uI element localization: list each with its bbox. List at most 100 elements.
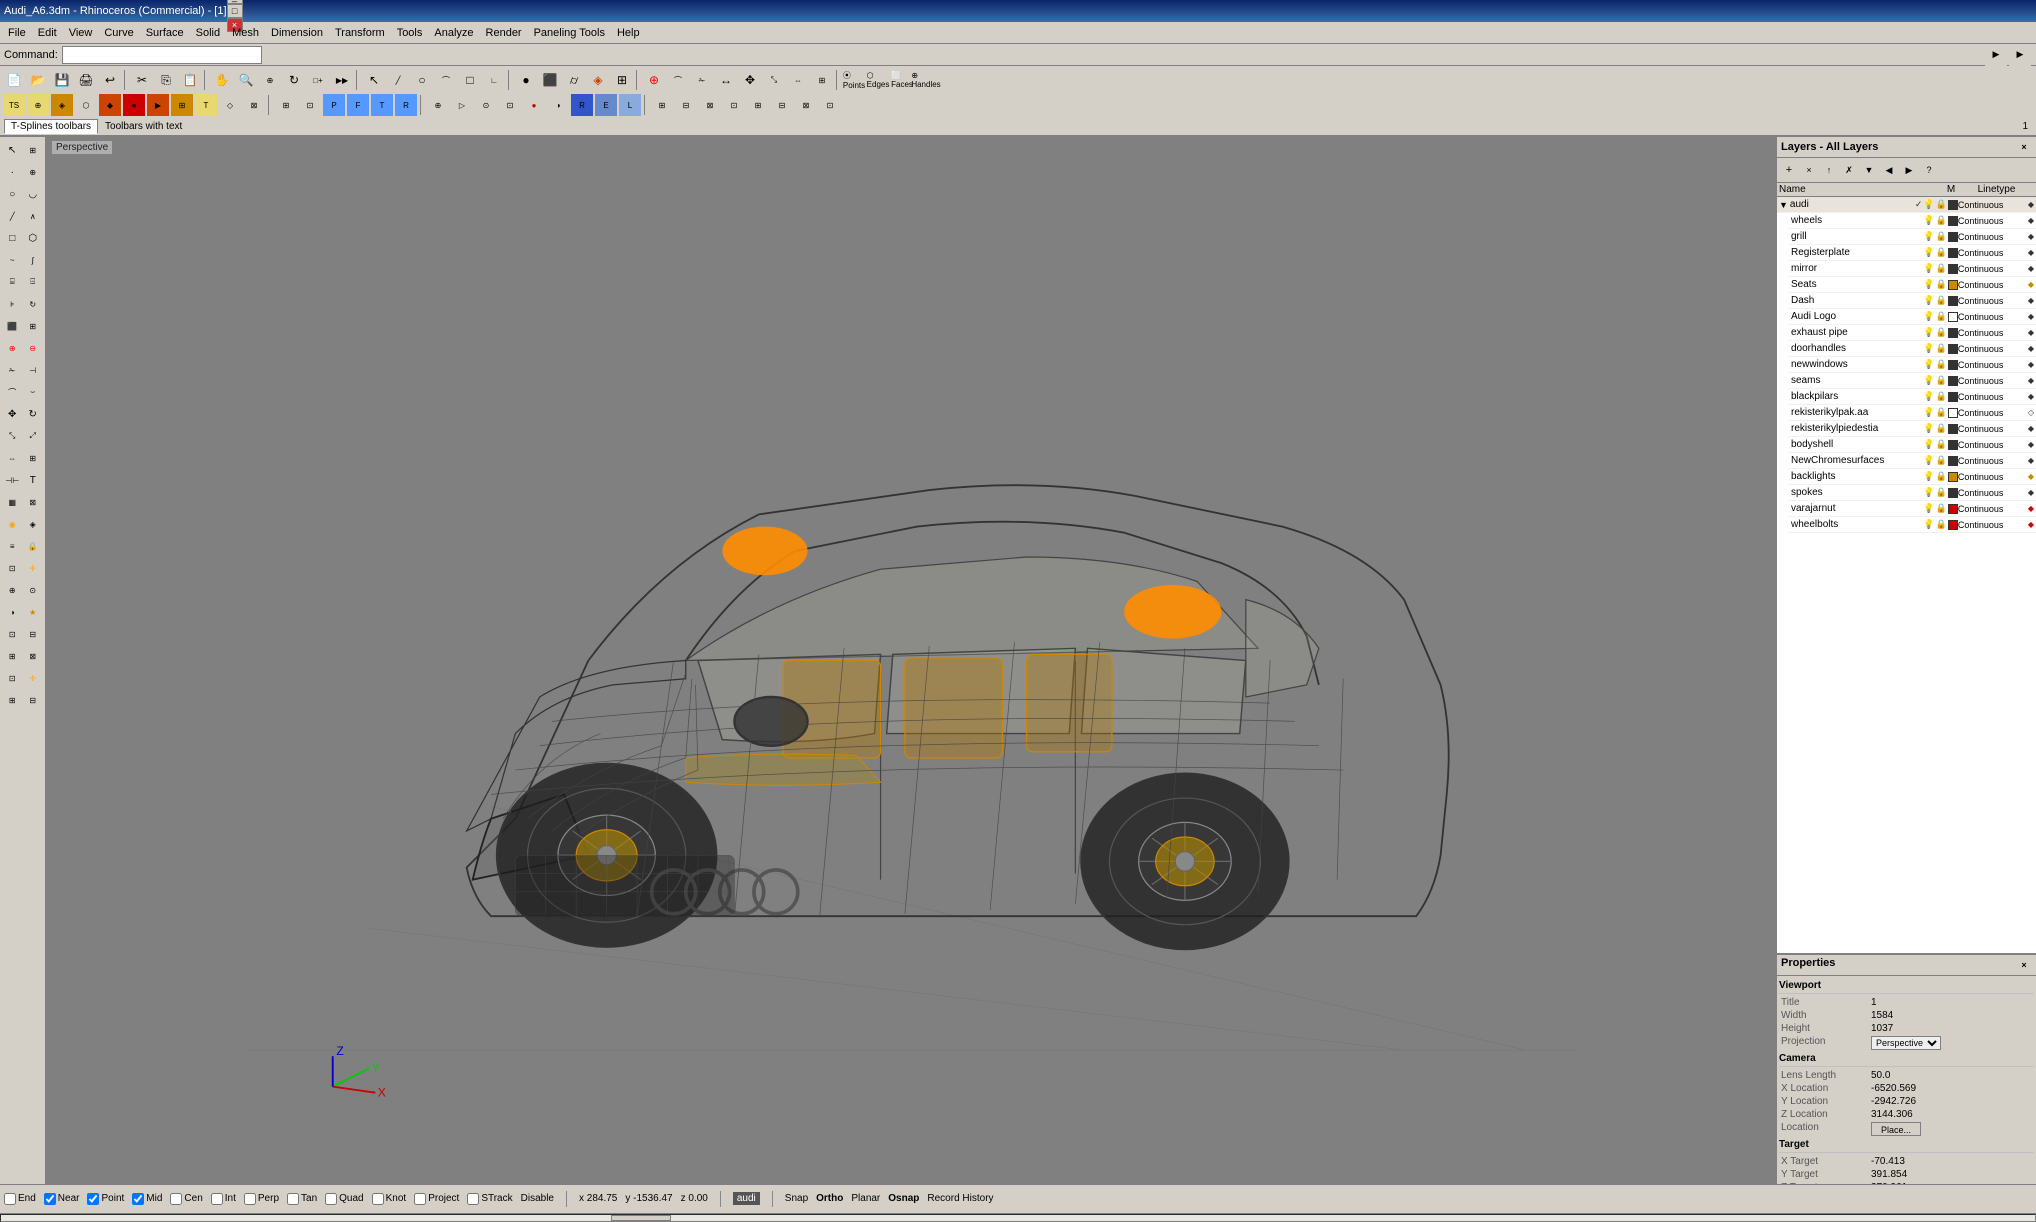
- tb-zoomwin[interactable]: □+: [307, 69, 329, 91]
- layer-color-bodyshell[interactable]: [1948, 440, 1958, 450]
- view-btn5[interactable]: T: [371, 94, 393, 116]
- layer-row-exhaust[interactable]: exhaust pipe 💡 🔒 Continuous ◆: [1789, 325, 2036, 341]
- tb-trim[interactable]: ✁: [691, 69, 713, 91]
- tb-surface[interactable]: ◈: [587, 69, 609, 91]
- tb-zoom[interactable]: 🔍: [235, 69, 257, 91]
- maximize-button[interactable]: □: [227, 4, 243, 18]
- layer-color-wheelbolts[interactable]: [1948, 520, 1958, 530]
- status-layer[interactable]: audi: [733, 1192, 760, 1205]
- check-int[interactable]: [211, 1193, 223, 1205]
- lt-rect[interactable]: □: [3, 228, 22, 248]
- menu-file[interactable]: File: [2, 25, 32, 41]
- layer-row-chrome[interactable]: NewChromesurfaces 💡 🔒 Continuous ◆: [1789, 453, 2036, 469]
- view-btn3[interactable]: P: [323, 94, 345, 116]
- tb-boolean[interactable]: ⊕: [643, 69, 665, 91]
- tb-fillet[interactable]: ⌒: [667, 69, 689, 91]
- layers-settings-btn[interactable]: ▶: [1900, 161, 1918, 179]
- lt-split[interactable]: ⊣: [24, 360, 43, 380]
- lt-misc8[interactable]: ⊟: [24, 690, 43, 710]
- lt-extrude[interactable]: ⊧: [3, 294, 22, 314]
- lt-fillet1[interactable]: ⌒: [3, 382, 22, 402]
- tsp-btn6[interactable]: ●: [123, 94, 145, 116]
- layer-color-rekisterikyplak[interactable]: [1948, 408, 1958, 418]
- tb-undo[interactable]: ↩: [99, 69, 121, 91]
- tb-extend[interactable]: ↔: [715, 69, 737, 91]
- layers-up-btn[interactable]: ↑: [1820, 161, 1838, 179]
- layer-row-rekisterikyp[interactable]: rekisterikylpiedestia 💡 🔒 Continuous ◆: [1789, 421, 2036, 437]
- menu-paneling[interactable]: Paneling Tools: [528, 25, 611, 41]
- lt-array[interactable]: ⊞: [24, 448, 43, 468]
- prop-select-projection[interactable]: Perspective Parallel: [1871, 1036, 1941, 1050]
- lt-mirror[interactable]: ⇔: [3, 448, 22, 468]
- tab-tsplines[interactable]: T-Splines toolbars: [4, 119, 98, 134]
- menu-tools[interactable]: Tools: [391, 25, 429, 41]
- tb-handles[interactable]: ⊕ Handles: [915, 69, 937, 91]
- menu-render[interactable]: Render: [480, 25, 528, 41]
- tb-copy[interactable]: ⎘: [155, 69, 177, 91]
- tb-circle[interactable]: ○: [411, 69, 433, 91]
- render-btn5[interactable]: L: [619, 94, 641, 116]
- view-btn1[interactable]: ⊞: [275, 94, 297, 116]
- tb-scale[interactable]: ⤡: [763, 69, 785, 91]
- tsp-btn1[interactable]: TS: [3, 94, 25, 116]
- prop-row-location-btn[interactable]: Location Place...: [1779, 1121, 2034, 1137]
- layers-add-btn[interactable]: +: [1780, 161, 1798, 179]
- menu-analyze[interactable]: Analyze: [428, 25, 479, 41]
- tsp-btn7[interactable]: ▶: [147, 94, 169, 116]
- layer-row-spokes[interactable]: spokes 💡 🔒 Continuous ◆: [1789, 485, 2036, 501]
- lt-point2[interactable]: ⊕: [24, 162, 43, 182]
- prop-location-button[interactable]: Place...: [1871, 1122, 1921, 1136]
- tb-edges[interactable]: ⬡ Edges: [867, 69, 889, 91]
- check-mid[interactable]: [132, 1193, 144, 1205]
- layer-row-wheels[interactable]: wheels 💡 🔒 Continuous ◆: [1789, 213, 2036, 229]
- check-near[interactable]: [44, 1193, 56, 1205]
- check-perp[interactable]: [244, 1193, 256, 1205]
- layer-row-bodyshell[interactable]: bodyshell 💡 🔒 Continuous ◆: [1789, 437, 2036, 453]
- layer-row-seats[interactable]: Seats 💡 🔒 Continuous ◆: [1789, 277, 2036, 293]
- check-point[interactable]: [87, 1193, 99, 1205]
- lt-arc[interactable]: ◡: [24, 184, 43, 204]
- tb-pan[interactable]: ✋: [211, 69, 233, 91]
- layer-row-newwindows[interactable]: newwindows 💡 🔒 Continuous ◆: [1789, 357, 2036, 373]
- check-knot[interactable]: [372, 1193, 384, 1205]
- label-ortho[interactable]: Ortho: [816, 1193, 843, 1204]
- lt-revolve[interactable]: ↻: [24, 294, 43, 314]
- misc-btn5[interactable]: ⊞: [747, 94, 769, 116]
- tb-faces[interactable]: ⬜ Faces: [891, 69, 913, 91]
- lt-render2[interactable]: ★: [24, 602, 43, 622]
- layer-row-mirror[interactable]: mirror 💡 🔒 Continuous ◆: [1789, 261, 2036, 277]
- layer-color-exhaust[interactable]: [1948, 328, 1958, 338]
- layer-row-rekisterikyplak[interactable]: rekisterikylpak.aa 💡 🔒 Continuous ◇: [1789, 405, 2036, 421]
- menu-help[interactable]: Help: [611, 25, 646, 41]
- layer-row-doorhandles[interactable]: doorhandles 💡 🔒 Continuous ◆: [1789, 341, 2036, 357]
- tsp-btn3[interactable]: ◈: [51, 94, 73, 116]
- lt-scale2[interactable]: ⤢: [24, 426, 43, 446]
- snap-btn2[interactable]: ▷: [451, 94, 473, 116]
- lt-poly[interactable]: ⊞: [24, 140, 43, 160]
- tb-open[interactable]: 📂: [27, 69, 49, 91]
- misc-btn1[interactable]: ⊞: [651, 94, 673, 116]
- tb-mesh[interactable]: ⊞: [611, 69, 633, 91]
- tb-render[interactable]: ▶▶: [331, 69, 353, 91]
- lt-circle[interactable]: ○: [3, 184, 22, 204]
- tab-toolbars[interactable]: Toolbars with text: [98, 119, 189, 134]
- tsp-btn9[interactable]: T: [195, 94, 217, 116]
- properties-close-btn[interactable]: ×: [2017, 958, 2031, 972]
- lt-fillet2[interactable]: ⌣: [24, 382, 43, 402]
- menu-mesh[interactable]: Mesh: [226, 25, 265, 41]
- layer-color-backlights[interactable]: [1948, 472, 1958, 482]
- layer-color-audilogo[interactable]: [1948, 312, 1958, 322]
- layer-color-blackpilars[interactable]: [1948, 392, 1958, 402]
- layer-row-grill[interactable]: grill 💡 🔒 Continuous ◆: [1789, 229, 2036, 245]
- lt-history[interactable]: ⊡: [3, 558, 22, 578]
- check-strack[interactable]: [467, 1193, 479, 1205]
- layer-color-mirror[interactable]: [1948, 264, 1958, 274]
- menu-transform[interactable]: Transform: [329, 25, 391, 41]
- lt-material[interactable]: ◈: [24, 514, 43, 534]
- lt-lock[interactable]: 🔒: [24, 536, 43, 556]
- layer-color-dash[interactable]: [1948, 296, 1958, 306]
- lt-move[interactable]: ✥: [3, 404, 22, 424]
- lt-misc4[interactable]: ⊠: [24, 646, 43, 666]
- lt-text[interactable]: T: [24, 470, 43, 490]
- tb-sphere[interactable]: ●: [515, 69, 537, 91]
